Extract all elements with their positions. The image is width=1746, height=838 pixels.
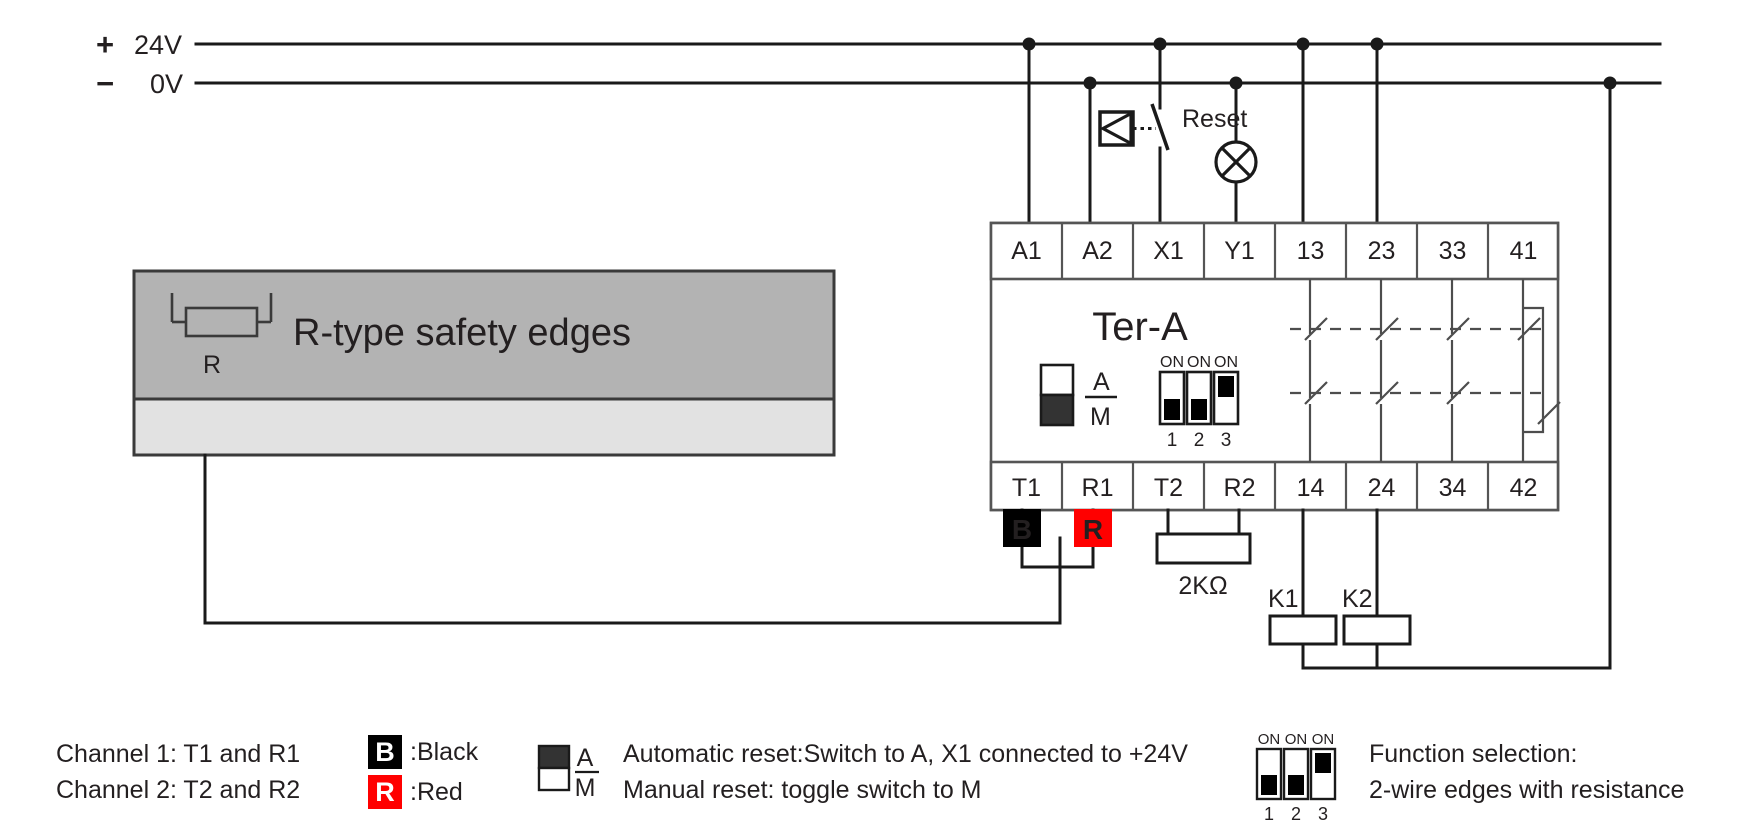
junction-y1 (1229, 76, 1243, 90)
legend-dip-num-1: 1 (1264, 804, 1274, 824)
terminal-r2: R2 (1224, 474, 1256, 502)
k1-label: K1 (1268, 585, 1299, 613)
reset-switch-blade (1150, 103, 1170, 151)
safety-edges-title: R-type safety edges (293, 312, 631, 354)
terminal-t2: T2 (1154, 474, 1183, 502)
rail-0v-label: 0V (150, 68, 184, 99)
legend-channels: Channel 1: T1 and R1 Channel 2: T2 and R… (56, 736, 300, 808)
legend-color-row-red: R :Red (368, 772, 478, 812)
module-name: Ter-A (1092, 305, 1188, 349)
legend-dip-num-3: 3 (1318, 804, 1328, 824)
legend-color-black-text: :Black (410, 737, 479, 766)
legend-channel-2: Channel 2: T2 and R2 (56, 776, 301, 804)
legend-dip-on-2: ON (1285, 731, 1308, 748)
k2-coil-body (1342, 614, 1412, 646)
mode-switch-top-half (1039, 363, 1075, 397)
terminal-23: 23 (1368, 237, 1396, 265)
legend-mode-m: M (575, 774, 596, 802)
legend-reset-mode: A M Automatic reset:Switch to A, X1 conn… (533, 732, 1188, 820)
wire-black-path (203, 453, 1062, 625)
rail-minus-sign: − (96, 66, 115, 101)
terminal-41: 41 (1510, 237, 1538, 265)
legend-mode-switch-icon: A M (537, 744, 599, 802)
rail-0v-label-group: − 0V (96, 66, 183, 102)
junction-0v-return (1603, 76, 1617, 90)
dip-switch-1-lever (1164, 399, 1180, 420)
junction-a2 (1083, 76, 1097, 90)
terminal-r1: R1 (1082, 474, 1114, 502)
dip-switch-1-number: 1 (1167, 430, 1178, 451)
mode-switch-bottom-half (1039, 393, 1075, 427)
terminal-34: 34 (1439, 474, 1467, 502)
terminal-33: 33 (1439, 237, 1467, 265)
terminal-a1: A1 (1011, 237, 1042, 265)
legend-channel-1: Channel 1: T1 and R1 (56, 740, 301, 768)
rail-24v-label-group: + 24V (96, 27, 182, 63)
k1-coil-body (1268, 614, 1338, 646)
legend-dip-on-1: ON (1258, 731, 1281, 748)
dip-on-label-1: ON (1160, 354, 1184, 371)
legend-color-key: B :Black R :Red (368, 732, 478, 812)
junction-x1 (1153, 37, 1167, 51)
legend-dip-on-3: ON (1312, 731, 1335, 748)
rail-24v-label: 24V (134, 29, 183, 60)
wire-marker-red-label: R (1083, 514, 1103, 545)
dip-on-label-3: ON (1214, 354, 1238, 371)
safety-edges-bottom-panel (132, 397, 836, 457)
dip-switch-3-lever (1218, 376, 1234, 397)
wire-marker-black-label: B (1012, 514, 1032, 545)
junction-a1 (1022, 37, 1036, 51)
terminal-t1: T1 (1012, 474, 1041, 502)
resistor-body (1155, 532, 1252, 565)
reset-pushbutton[interactable]: Reset (1098, 103, 1247, 151)
rail-labels: + 24V − 0V (0, 0, 400, 120)
mode-switch-label-a: A (1093, 368, 1110, 396)
terminal-y1: Y1 (1224, 237, 1255, 265)
legend-function-text: Function selection: 2-wire edges with re… (1369, 728, 1684, 808)
safety-edge-wiring (203, 453, 1095, 625)
dip-on-label-2: ON (1187, 354, 1211, 371)
legend-color-row-black: B :Black (368, 732, 478, 772)
legend-reset-line-2: Manual reset: toggle switch to M (623, 776, 982, 804)
wiring-diagram: Reset A1 A2 X1 Y1 13 23 33 41 T1 R1 T2 R… (132, 37, 1662, 670)
safety-edges-block: R R-type safety edges (132, 269, 836, 457)
legend-swatch-red: R (368, 775, 402, 809)
dip-switch-bank[interactable]: ON ON ON 1 2 3 (1158, 354, 1240, 451)
legend-function-line-1: Function selection: (1369, 740, 1578, 768)
power-rails (194, 42, 1662, 85)
junction-13 (1296, 37, 1310, 51)
legend-mode-a: A (577, 744, 594, 772)
terminal-14: 14 (1297, 474, 1325, 502)
indicator-lamp-icon (1214, 140, 1258, 184)
terminal-42: 42 (1510, 474, 1538, 502)
wire-color-markers: B R (1003, 509, 1112, 547)
legend-function-selection: ON ON ON 1 2 3 Function selection: 2-wir… (1253, 728, 1684, 824)
dip-switch-3-number: 3 (1221, 430, 1232, 451)
legend-function-line-2: 2-wire edges with resistance (1369, 776, 1685, 804)
legend-swatch-black: B (368, 735, 402, 769)
safety-edge-resistor-label: R (203, 351, 221, 379)
legend: Channel 1: T1 and R1 Channel 2: T2 and R… (0, 718, 1746, 838)
resistor-value-label: 2KΩ (1178, 572, 1227, 600)
legend-color-red-text: :Red (410, 777, 463, 806)
diagram-canvas: Reset A1 A2 X1 Y1 13 23 33 41 T1 R1 T2 R… (0, 0, 1746, 838)
rail-plus-sign: + (96, 27, 115, 62)
k2-label: K2 (1342, 585, 1373, 613)
terminal-13: 13 (1297, 237, 1325, 265)
legend-reset-text: Automatic reset:Switch to A, X1 connecte… (623, 732, 1188, 808)
legend-dip-switch-icon: ON ON ON 1 2 3 (1255, 731, 1337, 824)
legend-reset-line-1: Automatic reset:Switch to A, X1 connecte… (623, 740, 1188, 768)
mode-switch-label-m: M (1090, 403, 1111, 431)
terminal-a2: A2 (1082, 237, 1113, 265)
terminal-24: 24 (1368, 474, 1396, 502)
terminal-x1: X1 (1153, 237, 1184, 265)
dip-switch-2-lever (1191, 399, 1207, 420)
reset-label: Reset (1182, 105, 1247, 133)
legend-dip-num-2: 2 (1291, 804, 1301, 824)
termination-resistor: 2KΩ (1155, 508, 1252, 600)
relay-module: A1 A2 X1 Y1 13 23 33 41 T1 R1 T2 R2 14 2… (989, 221, 1560, 512)
junction-23 (1370, 37, 1384, 51)
dip-switch-2-number: 2 (1194, 430, 1205, 451)
